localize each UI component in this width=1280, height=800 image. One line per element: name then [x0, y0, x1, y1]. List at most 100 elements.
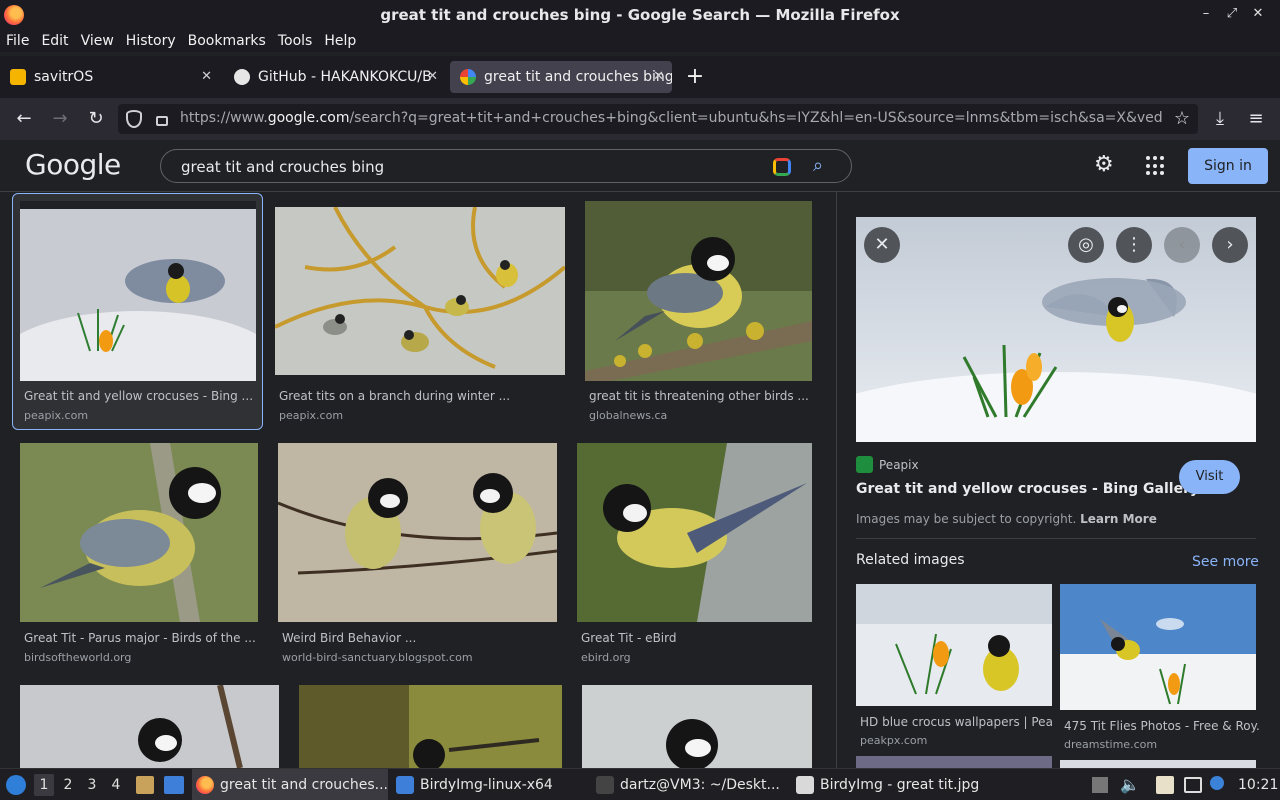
close-preview-icon[interactable]: ✕: [864, 227, 900, 263]
settings-gear-icon[interactable]: ⚙: [1094, 152, 1114, 177]
close-tab-icon[interactable]: ✕: [653, 69, 664, 84]
related-image-4[interactable]: [1060, 760, 1256, 768]
next-image-icon[interactable]: ›: [1212, 227, 1248, 263]
task-birdyimg-folder[interactable]: BirdyImg-linux-x64: [396, 769, 586, 800]
menu-file[interactable]: File: [6, 33, 29, 49]
show-desktop-icon[interactable]: [164, 776, 184, 794]
panel-divider: [856, 538, 1256, 539]
new-tab-button[interactable]: +: [684, 64, 706, 89]
task-terminal[interactable]: dartz@VM3: ~/Deskt...: [596, 769, 786, 800]
firefox-icon: [196, 776, 214, 794]
result-image-7[interactable]: [20, 685, 279, 768]
result-image-6[interactable]: [577, 443, 812, 622]
result-caption[interactable]: Great tit and yellow crocuses - Bing ...: [24, 389, 254, 403]
folder-icon: [396, 776, 414, 794]
menu-tools[interactable]: Tools: [278, 33, 313, 49]
navigation-toolbar: ← → ↻ https://www.google.com/search?q=gr…: [0, 98, 1280, 140]
related-caption[interactable]: HD blue crocus wallpapers | Pea...: [860, 715, 1052, 729]
result-image-3[interactable]: [585, 201, 812, 381]
bookmark-star-icon[interactable]: ☆: [1170, 107, 1194, 131]
result-source[interactable]: globalnews.ca: [589, 409, 667, 422]
minimize-button[interactable]: –: [1198, 6, 1214, 21]
search-icon[interactable]: ⌕: [813, 155, 823, 176]
result-image-4[interactable]: [20, 443, 258, 622]
clipboard-icon[interactable]: [1156, 776, 1174, 794]
close-window-button[interactable]: ✕: [1250, 6, 1266, 21]
tab-github[interactable]: GitHub - HAKANKOKCU/B ✕: [224, 61, 446, 93]
result-source[interactable]: peapix.com: [24, 409, 88, 422]
result-source[interactable]: birdsoftheworld.org: [24, 651, 131, 664]
workspace-1[interactable]: 1: [34, 774, 54, 796]
related-image-3[interactable]: [856, 756, 1052, 768]
previous-image-icon[interactable]: ‹: [1164, 227, 1200, 263]
network-icon[interactable]: [1184, 777, 1202, 793]
result-caption[interactable]: Great Tit - Parus major - Birds of the .…: [24, 631, 258, 645]
result-caption[interactable]: great tit is threatening other birds ...: [589, 389, 813, 403]
result-image-2[interactable]: [275, 207, 565, 375]
google-logo[interactable]: Google: [25, 148, 121, 181]
menu-help[interactable]: Help: [324, 33, 356, 49]
related-image-2[interactable]: [1060, 584, 1256, 710]
volume-icon[interactable]: 🔈: [1120, 775, 1140, 794]
google-lens-icon[interactable]: [773, 158, 791, 176]
clock[interactable]: 10:21: [1238, 769, 1278, 800]
related-source[interactable]: dreamstime.com: [1064, 738, 1157, 751]
task-firefox[interactable]: great tit and crouches...: [192, 769, 388, 800]
tab-savitros[interactable]: savitrOS ✕: [0, 61, 220, 93]
hamburger-menu-icon[interactable]: ≡: [1244, 107, 1268, 131]
menu-edit[interactable]: Edit: [41, 33, 68, 49]
window-title: great tit and crouches bing - Google Sea…: [380, 6, 900, 24]
reload-icon[interactable]: ↻: [84, 107, 108, 131]
task-birdyimg-viewer[interactable]: BirdyImg - great tit.jpg: [796, 769, 996, 800]
result-source[interactable]: peapix.com: [279, 409, 343, 422]
more-options-icon[interactable]: ⋮: [1116, 227, 1152, 263]
result-image-1[interactable]: [20, 201, 256, 381]
related-image-1[interactable]: [856, 584, 1052, 706]
maximize-button[interactable]: ⤢: [1224, 6, 1240, 21]
result-image-5[interactable]: [278, 443, 557, 622]
result-caption[interactable]: Weird Bird Behavior ...: [282, 631, 552, 645]
start-menu-icon[interactable]: [6, 775, 26, 795]
menu-history[interactable]: History: [126, 33, 176, 49]
preview-title[interactable]: Great tit and yellow crocuses - Bing Gal…: [856, 481, 1199, 497]
visit-button[interactable]: Visit: [1179, 460, 1240, 494]
result-caption[interactable]: Great Tit - eBird: [581, 631, 811, 645]
related-source[interactable]: peakpx.com: [860, 734, 927, 747]
tab-label: great tit and crouches bing: [484, 69, 672, 85]
result-source[interactable]: ebird.org: [581, 651, 631, 664]
search-query[interactable]: great tit and crouches bing: [181, 158, 384, 176]
related-caption[interactable]: 475 Tit Flies Photos - Free & Roy...: [1064, 719, 1260, 733]
back-icon[interactable]: ←: [12, 107, 36, 131]
result-image-9[interactable]: [582, 685, 812, 768]
terminal-icon: [596, 776, 614, 794]
tab-google-search[interactable]: great tit and crouches bing ✕: [450, 61, 672, 93]
close-tab-icon[interactable]: ✕: [427, 69, 438, 84]
menu-view[interactable]: View: [81, 33, 114, 49]
downloads-icon[interactable]: ⤓: [1208, 107, 1232, 131]
result-source[interactable]: world-bird-sanctuary.blogspot.com: [282, 651, 473, 664]
google-lens-search-icon[interactable]: ◎: [1068, 227, 1104, 263]
see-more-link[interactable]: See more: [1192, 554, 1259, 570]
menu-bookmarks[interactable]: Bookmarks: [188, 33, 266, 49]
search-box[interactable]: great tit and crouches bing ⌕: [160, 149, 852, 183]
related-images-heading: Related images: [856, 552, 965, 568]
url-text: https://www.google.com/search?q=great+ti…: [180, 110, 1163, 126]
close-tab-icon[interactable]: ✕: [201, 69, 212, 84]
apps-grid-icon[interactable]: [1146, 156, 1166, 176]
sign-in-button[interactable]: Sign in: [1188, 148, 1268, 184]
peapix-favicon-icon: [856, 456, 873, 473]
url-bar[interactable]: https://www.google.com/search?q=great+ti…: [118, 104, 1198, 134]
workspace-4[interactable]: 4: [106, 774, 126, 796]
result-caption[interactable]: Great tits on a branch during winter ...: [279, 389, 559, 403]
preview-source[interactable]: Peapix: [879, 458, 919, 472]
learn-more-link[interactable]: Learn More: [1080, 512, 1157, 526]
workspace-3[interactable]: 3: [82, 774, 102, 796]
tray-up-arrow-icon[interactable]: [1092, 777, 1108, 793]
file-manager-icon[interactable]: [136, 776, 154, 794]
forward-icon[interactable]: →: [48, 107, 72, 131]
workspace-2[interactable]: 2: [58, 774, 78, 796]
shield-icon[interactable]: [126, 110, 142, 128]
notification-icon[interactable]: [1210, 776, 1224, 790]
lock-icon[interactable]: [156, 116, 168, 126]
result-image-8[interactable]: [299, 685, 562, 768]
